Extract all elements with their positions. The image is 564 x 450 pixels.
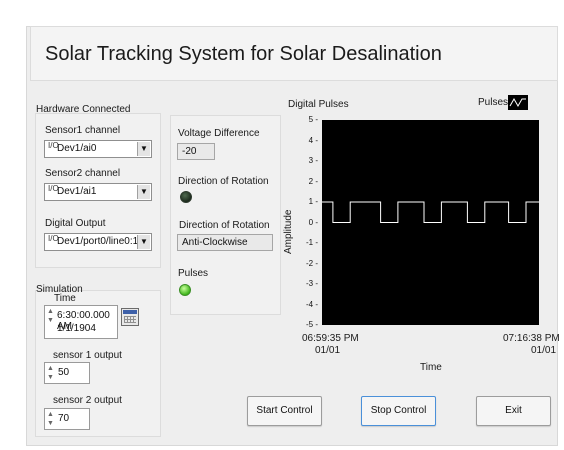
chevron-down-icon[interactable]: ▼ — [137, 235, 150, 249]
calendar-icon[interactable] — [121, 308, 139, 326]
pulses-series-line — [322, 201, 539, 223]
sensor1-output-label: sensor 1 output — [53, 350, 122, 361]
y-tick-label: 5 - — [308, 115, 318, 124]
y-tick-label: 0 - — [308, 217, 318, 227]
io-icon: I/O — [48, 141, 59, 150]
sensor1-output-value: 50 — [58, 367, 70, 378]
digital-output-select[interactable]: I/O Dev1/port0/line0:1 ▼ — [44, 233, 152, 251]
direction-led-indicator — [180, 191, 192, 203]
pulses-led-label: Pulses — [178, 268, 209, 279]
digital-output-value: Dev1/port0/line0:1 — [57, 236, 139, 247]
y-tick-label: -2 - — [306, 258, 318, 268]
y-tick-label: -5 - — [306, 320, 318, 329]
chart-plot-area[interactable] — [322, 120, 539, 325]
x-start-label-line1: 06:59:35 PM — [302, 333, 359, 344]
sensor1-output-input[interactable]: ▲ ▼ 50 — [44, 362, 90, 384]
sensor2-channel-value: Dev1/ai1 — [57, 186, 97, 197]
x-axis-label: Time — [420, 362, 442, 373]
y-tick-label: 2 - — [308, 176, 318, 186]
y-tick-label: -3 - — [306, 279, 318, 288]
exit-button[interactable]: Exit — [476, 396, 551, 426]
sensor2-channel-select[interactable]: I/O Dev1/ai1 ▼ — [44, 183, 152, 201]
time-value-line2: 1/1/1904 — [57, 323, 96, 334]
y-axis-label: Amplitude — [283, 209, 294, 254]
chart-title: Digital Pulses — [288, 99, 349, 110]
stop-control-button[interactable]: Stop Control — [361, 396, 436, 426]
sensor1-channel-value: Dev1/ai0 — [57, 143, 97, 154]
start-control-button[interactable]: Start Control — [247, 396, 322, 426]
pulse-legend-icon — [509, 97, 526, 108]
pulses-plot — [322, 201, 539, 223]
sensor2-output-value: 70 — [58, 413, 70, 424]
y-tick-label: 3 - — [308, 156, 318, 165]
increment-decrement-icon[interactable]: ▲ ▼ — [46, 410, 55, 428]
io-icon: I/O — [48, 234, 59, 243]
time-label: Time — [54, 293, 76, 304]
increment-decrement-icon[interactable]: ▲ ▼ — [46, 364, 55, 382]
y-tick-label: -4 - — [306, 299, 318, 309]
legend-swatch — [508, 95, 528, 110]
sensor1-channel-label: Sensor1 channel — [45, 125, 121, 136]
increment-decrement-icon[interactable]: ▲ ▼ — [46, 307, 55, 337]
chevron-down-icon[interactable]: ▼ — [137, 185, 150, 199]
hardware-heading: Hardware Connected — [36, 104, 131, 115]
y-tick-label: 1 - — [308, 197, 318, 206]
page-title: Solar Tracking System for Solar Desalina… — [45, 43, 442, 65]
time-control[interactable]: ▲ ▼ 6:30:00.000 AM 1/1/1904 — [44, 305, 118, 339]
sensor2-output-label: sensor 2 output — [53, 395, 122, 406]
sensor2-output-input[interactable]: ▲ ▼ 70 — [44, 408, 90, 430]
pulses-led-indicator — [179, 284, 191, 296]
digital-output-label: Digital Output — [45, 218, 106, 229]
direction-text-indicator: Anti-Clockwise — [177, 234, 273, 251]
y-tick-label: -1 - — [306, 238, 318, 247]
direction-text-label: Direction of Rotation — [179, 220, 270, 231]
x-end-label-line2: 01/01 — [531, 345, 557, 356]
legend-label: Pulses — [478, 97, 509, 108]
voltage-difference-indicator: -20 — [177, 143, 215, 160]
io-icon: I/O — [48, 184, 59, 193]
direction-led-label: Direction of Rotation — [178, 176, 269, 187]
x-end-label-line1: 07:16:38 PM — [503, 333, 560, 344]
x-start-label-line2: 01/01 — [315, 345, 341, 356]
title-bar: Solar Tracking System for Solar Desalina… — [30, 26, 558, 81]
chevron-down-icon[interactable]: ▼ — [137, 142, 150, 156]
voltage-difference-label: Voltage Difference — [178, 128, 260, 139]
y-tick-label: 4 - — [308, 135, 318, 145]
sensor2-channel-label: Sensor2 channel — [45, 168, 121, 179]
sensor1-channel-select[interactable]: I/O Dev1/ai0 ▼ — [44, 140, 152, 158]
